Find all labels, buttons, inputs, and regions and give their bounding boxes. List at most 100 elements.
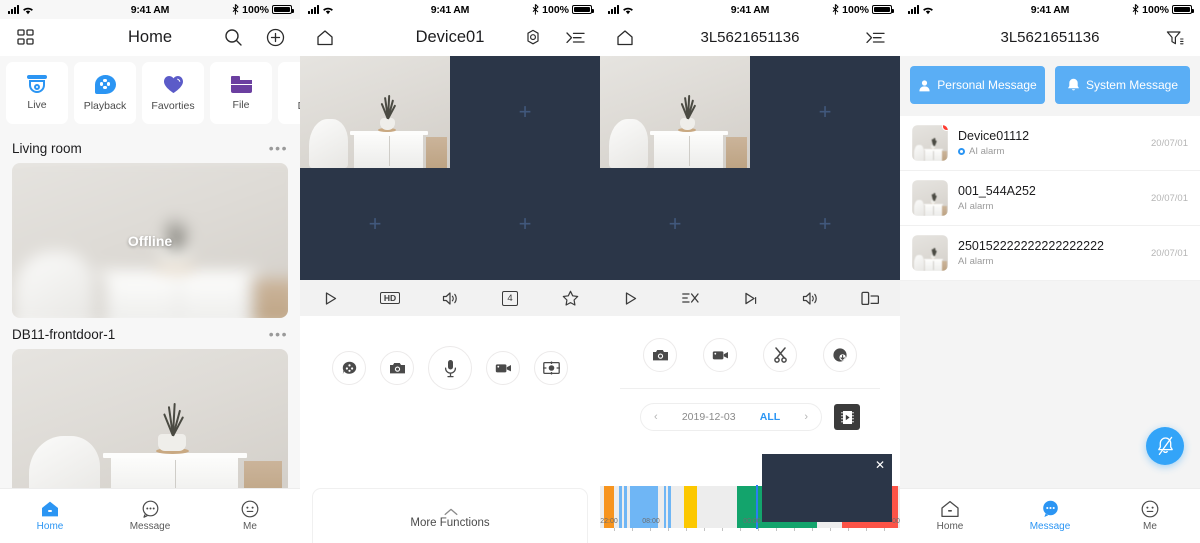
speaker-icon[interactable] <box>420 291 480 306</box>
date-picker[interactable]: ‹ 2019-12-03 ALL › <box>640 403 822 431</box>
timeline-label: 00 <box>892 518 900 525</box>
video-grid: + + + <box>300 56 600 280</box>
status-bar: 9:41 AM 100% <box>600 0 900 19</box>
status-dot-icon <box>958 148 965 155</box>
download-icon[interactable] <box>823 338 857 372</box>
tab-message[interactable]: Message <box>100 500 200 532</box>
page-title: 3L5621651136 <box>1000 29 1100 46</box>
fullscreen-icon[interactable] <box>840 291 900 306</box>
message-row[interactable]: 001_544A252 AI alarm 20/07/01 <box>900 171 1200 226</box>
room-image <box>912 125 948 161</box>
message-title: Device01112 <box>958 129 1030 143</box>
person-icon <box>919 79 930 91</box>
scissors-icon[interactable] <box>763 338 797 372</box>
ptz-icon[interactable] <box>332 351 366 385</box>
home-icon[interactable] <box>314 27 336 49</box>
hd-icon[interactable]: HD <box>360 291 420 305</box>
speed-icon[interactable] <box>660 291 720 305</box>
chevron-right-icon[interactable]: › <box>804 411 808 423</box>
plus-circle-icon[interactable] <box>264 27 286 49</box>
microphone-icon[interactable] <box>428 346 472 390</box>
video-cell-1[interactable] <box>600 56 750 168</box>
message-title: 001_544A252 <box>958 184 1036 198</box>
category-playback[interactable]: Playback <box>74 62 136 124</box>
gear-icon[interactable] <box>522 27 544 49</box>
page-title: 3L5621651136 <box>700 29 800 46</box>
more-functions-panel[interactable]: More Functions <box>312 488 588 543</box>
tab-label: Home <box>36 521 64 532</box>
video-cell-1[interactable] <box>300 56 450 168</box>
play-icon[interactable] <box>600 291 660 306</box>
film-icon[interactable] <box>834 404 860 430</box>
video-cell-4[interactable]: + <box>750 168 900 280</box>
device-thumbnail[interactable] <box>12 349 288 504</box>
tab-message[interactable]: Message <box>1000 500 1100 532</box>
frame-step-icon[interactable] <box>720 291 780 306</box>
tab-label: Home <box>936 521 964 532</box>
device-list-icon[interactable] <box>564 27 586 49</box>
message-row[interactable]: 250152222222222222222 AI alarm 20/07/01 <box>900 226 1200 281</box>
live-navbar: Device01 <box>300 19 600 56</box>
tab-home[interactable]: Home <box>0 500 100 532</box>
camera-icon[interactable] <box>643 338 677 372</box>
mute-alarm-fab[interactable] <box>1146 427 1184 465</box>
timeline-popup: ✕ <box>762 454 892 522</box>
category-favorties[interactable]: Favorties <box>142 62 204 124</box>
message-text: Device01112 AI alarm <box>958 129 1141 157</box>
record-icon[interactable] <box>486 351 520 385</box>
add-camera-icon: + <box>818 211 832 236</box>
tab-label: Message <box>1029 521 1071 532</box>
home-nav-actions <box>222 27 286 49</box>
category-door[interactable]: Door <box>278 62 300 124</box>
panel-message: 9:41 AM 100% 3L5621651136 Personal Messa… <box>900 0 1200 543</box>
split-4-icon[interactable]: 4 <box>480 290 540 306</box>
tab-me[interactable]: Me <box>200 500 300 532</box>
message-row[interactable]: Device01112 AI alarm 20/07/01 <box>900 116 1200 171</box>
tab-label: Me <box>243 521 257 532</box>
device-thumbnail[interactable]: Offline <box>12 163 288 318</box>
chevron-left-icon[interactable]: ‹ <box>654 411 658 423</box>
message-timestamp: 20/07/01 <box>1151 247 1188 259</box>
record-icon[interactable] <box>703 338 737 372</box>
battery-percent: 100% <box>542 3 569 16</box>
message-list: Device01112 AI alarm 20/07/01 001_544A25… <box>900 116 1200 281</box>
tab-personal-message[interactable]: Personal Message <box>910 66 1045 104</box>
video-cell-4[interactable]: + <box>450 168 600 280</box>
filter-all-label[interactable]: ALL <box>760 411 780 423</box>
search-icon[interactable] <box>222 27 244 49</box>
focus-icon[interactable] <box>534 351 568 385</box>
home-icon[interactable] <box>614 27 636 49</box>
live-action-row <box>300 316 600 390</box>
playback-nav-actions <box>864 27 886 49</box>
play-icon[interactable] <box>300 291 360 306</box>
grid-icon[interactable] <box>14 27 36 49</box>
category-file[interactable]: File <box>210 62 272 124</box>
bell-icon <box>1067 78 1079 91</box>
message-nav-actions <box>1164 27 1186 49</box>
tab-home[interactable]: Home <box>900 500 1000 532</box>
video-cell-2[interactable]: + <box>750 56 900 168</box>
profile-icon <box>241 500 259 518</box>
filter-icon[interactable] <box>1164 27 1186 49</box>
camera-icon[interactable] <box>380 351 414 385</box>
video-cell-3[interactable]: + <box>300 168 450 280</box>
category-live[interactable]: Live <box>6 62 68 124</box>
message-timestamp: 20/07/01 <box>1151 192 1188 204</box>
playback-navbar: 3L5621651136 <box>600 19 900 56</box>
video-cell-2[interactable]: + <box>450 56 600 168</box>
message-subtitle-text: AI alarm <box>958 256 994 267</box>
speaker-icon[interactable] <box>780 291 840 306</box>
tab-system-message[interactable]: System Message <box>1055 66 1190 104</box>
video-cell-3[interactable]: + <box>600 168 750 280</box>
device-more-icon[interactable]: ••• <box>269 140 288 156</box>
add-camera-icon: + <box>518 211 532 236</box>
battery-percent: 100% <box>1142 3 1169 16</box>
playback-timeline[interactable]: 22:00 08:00 00:00 00 ✕ <box>600 454 900 543</box>
star-icon[interactable] <box>540 290 600 306</box>
message-subtitle: AI alarm <box>958 256 1141 267</box>
device-more-icon[interactable]: ••• <box>269 326 288 342</box>
close-icon[interactable]: ✕ <box>875 459 885 471</box>
device-list-icon[interactable] <box>864 27 886 49</box>
tab-me[interactable]: Me <box>1100 500 1200 532</box>
message-tab-row: Personal Message System Message <box>900 56 1200 116</box>
